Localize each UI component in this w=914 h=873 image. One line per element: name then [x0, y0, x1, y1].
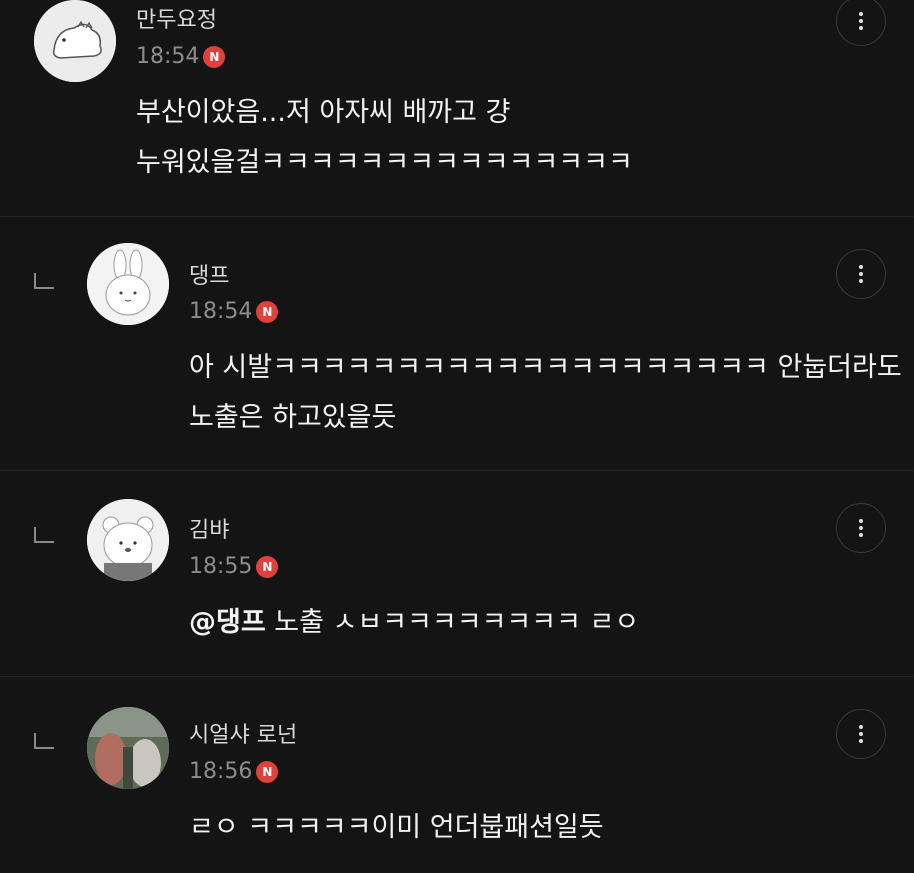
mention-link[interactable]: @댕프 — [189, 607, 266, 638]
timestamp-row: 18:55 N — [189, 554, 279, 579]
photo-avatar-icon — [87, 707, 169, 789]
new-badge-icon: N — [256, 300, 279, 323]
comment-line: 아 시발ㅋㅋㅋㅋㅋㅋㅋㅋㅋㅋㅋㅋㅋㅋㅋㅋㅋㅋㅋㅋ 안눕더라도 — [189, 352, 902, 383]
more-options-button[interactable] — [836, 249, 886, 299]
timestamp-row: 18:54 N — [136, 44, 226, 69]
nickname[interactable]: 시얼샤 로넌 — [189, 717, 297, 749]
comment-line: ㄹㅇ ㅋㅋㅋㅋㅋ이미 언더붑패션일듯 — [189, 812, 604, 843]
new-badge-icon: N — [256, 760, 279, 783]
comment-item: 댕프 18:54 N 아 시발ㅋㅋㅋㅋㅋㅋㅋㅋㅋㅋㅋㅋㅋㅋㅋㅋㅋㅋㅋㅋ 안눕더라… — [0, 217, 914, 470]
reply-arrow-icon — [34, 733, 54, 749]
comment-line: 부산이았음...저 아자씨 배까고 걍 — [136, 97, 511, 128]
comment-text: @댕프 노출 ㅅㅂㅋㅋㅋㅋㅋㅋㅋㅋ ㄹㅇ — [189, 598, 639, 648]
comment-item: 김뱌 18:55 N @댕프 노출 ㅅㅂㅋㅋㅋㅋㅋㅋㅋㅋ ㄹㅇ — [0, 471, 914, 676]
timestamp-row: 18:56 N — [189, 759, 279, 784]
nickname[interactable]: 만두요정 — [136, 2, 217, 34]
timestamp: 18:55 — [189, 554, 253, 579]
timestamp: 18:54 — [136, 44, 200, 69]
nickname[interactable]: 댕프 — [189, 258, 229, 290]
more-vertical-icon — [859, 265, 863, 283]
new-badge-icon: N — [203, 45, 226, 68]
dino-avatar-icon — [34, 0, 116, 82]
avatar[interactable] — [34, 0, 116, 82]
comment-text: 아 시발ㅋㅋㅋㅋㅋㅋㅋㅋㅋㅋㅋㅋㅋㅋㅋㅋㅋㅋㅋㅋ 안눕더라도 노출은 하고있을듯 — [189, 343, 902, 443]
more-options-button[interactable] — [836, 503, 886, 553]
rabbit-avatar-icon — [87, 243, 169, 325]
more-vertical-icon — [859, 519, 863, 537]
bear-avatar-icon — [87, 499, 169, 581]
avatar[interactable] — [87, 499, 169, 581]
more-options-button[interactable] — [836, 0, 886, 46]
more-vertical-icon — [859, 12, 863, 30]
comment-line: 누워있을걸ㅋㅋㅋㅋㅋㅋㅋㅋㅋㅋㅋㅋㅋㅋㅋ — [136, 147, 633, 178]
comment-line: 노출은 하고있을듯 — [189, 402, 397, 433]
more-options-button[interactable] — [836, 709, 886, 759]
avatar[interactable] — [87, 707, 169, 789]
comment-text: 부산이았음...저 아자씨 배까고 걍 누워있을걸ㅋㅋㅋㅋㅋㅋㅋㅋㅋㅋㅋㅋㅋㅋㅋ — [136, 88, 633, 188]
more-vertical-icon — [859, 725, 863, 743]
new-badge-icon: N — [256, 555, 279, 578]
reply-arrow-icon — [34, 273, 54, 289]
timestamp: 18:54 — [189, 299, 253, 324]
reply-arrow-icon — [34, 527, 54, 543]
comment-item: 시얼샤 로넌 18:56 N ㄹㅇ ㅋㅋㅋㅋㅋ이미 언더붑패션일듯 — [0, 677, 914, 873]
comment-line: 노출 ㅅㅂㅋㅋㅋㅋㅋㅋㅋㅋ ㄹㅇ — [265, 607, 640, 638]
timestamp-row: 18:54 N — [189, 299, 279, 324]
nickname[interactable]: 김뱌 — [189, 512, 229, 544]
avatar[interactable] — [87, 243, 169, 325]
comment-text: ㄹㅇ ㅋㅋㅋㅋㅋ이미 언더붑패션일듯 — [189, 803, 604, 853]
timestamp: 18:56 — [189, 759, 253, 784]
comment-item: 만두요정 18:54 N 부산이았음...저 아자씨 배까고 걍 누워있을걸ㅋㅋ… — [0, 0, 914, 216]
